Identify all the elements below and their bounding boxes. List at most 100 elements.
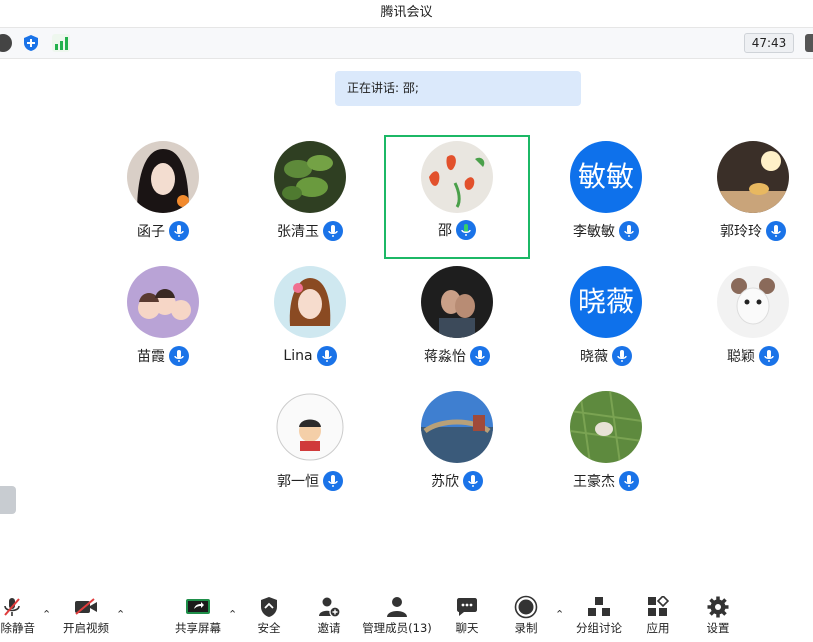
settings-button[interactable]: 设置 [700,594,736,640]
participant-name: 张清玉 [277,224,319,240]
participant-name: 郭玲玲 [720,224,762,240]
window-title-bar: 腾讯会议 [0,0,813,27]
layout-icon[interactable] [805,34,813,52]
participant-name: 晓薇 [580,349,608,365]
participant-name: 邵 [438,223,452,239]
bottom-toolbar: 解除静音 ⌃ 开启视频 ⌃ 共享屏幕 ⌃ 安全 邀请 管理成员(13) 聊天 录… [0,588,813,642]
avatar [127,141,199,213]
record-button[interactable]: 录制 [507,594,545,640]
participant-tile-active-speaker[interactable]: 邵 [384,135,530,259]
meeting-timer: 47:43 [744,33,794,53]
avatar [421,266,493,338]
window-title: 腾讯会议 [380,5,433,20]
toolbar-button-label: 设置 [706,621,730,635]
shield-icon [261,597,277,617]
share-screen-icon [186,599,210,614]
toolbar-button-label: 管理成员(13) [362,621,432,635]
participant-name: 苗霞 [137,349,165,365]
avatar [421,141,493,213]
apps-button[interactable]: 应用 [640,594,676,640]
camera-off-icon [75,598,97,615]
avatar-text: 敏敏 [570,141,642,213]
mic-speaking-icon[interactable] [456,220,476,240]
participant-tile[interactable]: 聪颖 [680,261,813,385]
mic-icon[interactable] [612,346,632,366]
side-panel-handle[interactable] [0,486,16,514]
mic-icon[interactable] [470,346,490,366]
avatar [274,141,346,213]
toolbar-button-label: 录制 [514,621,538,635]
share-screen-button[interactable]: 共享屏幕 [172,594,224,640]
participant-name: 函子 [137,224,165,240]
mic-icon[interactable] [759,346,779,366]
apps-icon [648,596,669,616]
avatar [421,391,493,463]
chevron-up-icon[interactable]: ⌃ [555,608,564,621]
participant-tile[interactable]: 郭一恒 [237,386,383,510]
mic-icon[interactable] [619,221,639,241]
mic-icon[interactable] [169,221,189,241]
participant-tile[interactable]: 晓薇 晓薇 [533,261,679,385]
signal-icon[interactable] [52,34,70,52]
gear-icon [707,596,729,618]
unmute-button[interactable]: 解除静音 [0,594,38,640]
toolbar-button-label: 聊天 [455,621,479,635]
info-icon[interactable] [0,34,12,52]
mic-icon[interactable] [463,471,483,491]
mic-icon[interactable] [169,346,189,366]
participant-tile[interactable]: 张清玉 [237,136,383,260]
shield-icon[interactable] [22,34,40,52]
participant-tile[interactable]: 敏敏 李敏敏 [533,136,679,260]
participant-tile[interactable]: 郭玲玲 [680,136,813,260]
members-icon [387,597,407,617]
avatar [717,141,789,213]
toolbar-button-label: 应用 [646,621,670,635]
mic-icon[interactable] [766,221,786,241]
breakout-icon [588,597,610,616]
record-icon [514,595,538,619]
add-user-icon [319,597,341,618]
manage-members-button[interactable]: 管理成员(13) [362,594,432,640]
start-video-button[interactable]: 开启视频 [60,594,112,640]
mic-icon[interactable] [316,346,337,366]
toolbar-button-label: 安全 [257,621,281,635]
participant-tile[interactable]: 蒋淼怡 [384,261,530,385]
participant-name: Lina [283,348,313,364]
avatar [274,266,346,338]
participant-name: 苏欣 [431,474,459,490]
meeting-info-bar: 47:43 [0,27,813,59]
participant-tile[interactable]: Lina [237,261,383,385]
avatar-text: 晓薇 [570,266,642,338]
speaking-indicator: 正在讲话: 邵; [335,71,581,106]
toolbar-button-label: 开启视频 [63,621,109,635]
chevron-up-icon[interactable]: ⌃ [228,608,237,621]
participant-tile[interactable]: 苗霞 [90,261,236,385]
avatar [274,391,346,463]
toolbar-button-label: 分组讨论 [576,621,622,635]
chevron-up-icon[interactable]: ⌃ [116,608,125,621]
participant-name: 李敏敏 [573,224,615,240]
breakout-rooms-button[interactable]: 分组讨论 [574,594,624,640]
participant-tile[interactable]: 函子 [90,136,236,260]
invite-button[interactable]: 邀请 [310,594,348,640]
participant-name: 聪颖 [727,349,755,365]
mic-icon[interactable] [619,471,639,491]
chevron-up-icon[interactable]: ⌃ [42,608,51,621]
chat-icon [457,598,477,616]
avatar [570,391,642,463]
mic-icon[interactable] [323,221,343,241]
participant-name: 郭一恒 [277,474,319,490]
toolbar-button-label: 共享屏幕 [175,621,221,635]
avatar [717,266,789,338]
mic-icon[interactable] [323,471,343,491]
participant-tile[interactable]: 苏欣 [384,386,530,510]
chat-button[interactable]: 聊天 [448,594,486,640]
participant-name: 蒋淼怡 [424,349,466,365]
toolbar-button-label: 解除静音 [0,621,35,635]
participant-tile[interactable]: 王豪杰 [533,386,679,510]
toolbar-button-label: 邀请 [317,621,341,635]
mic-muted-icon [4,598,20,616]
security-button[interactable]: 安全 [250,594,288,640]
avatar [127,266,199,338]
participant-name: 王豪杰 [573,474,615,490]
